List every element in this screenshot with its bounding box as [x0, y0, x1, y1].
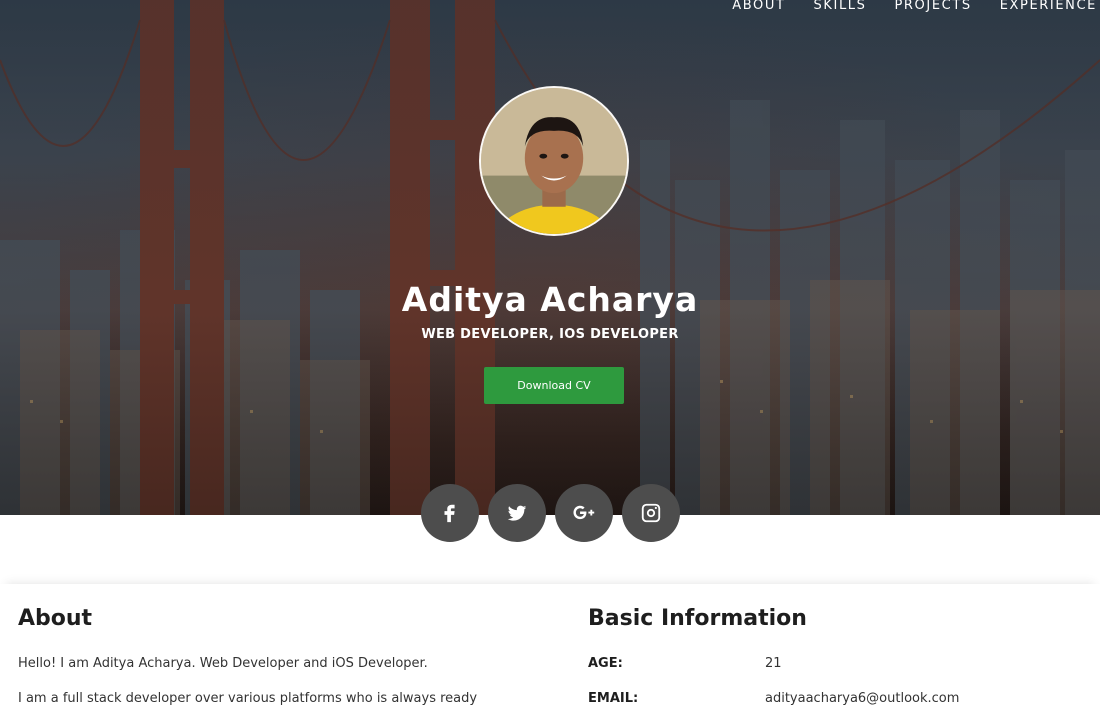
basic-info-title: Basic Information — [588, 606, 807, 631]
nav-projects[interactable]: PROJECTS — [894, 0, 971, 14]
social-links — [421, 484, 680, 542]
info-label: AGE: — [588, 656, 623, 671]
download-cv-button[interactable]: Download CV — [484, 367, 624, 404]
instagram-button[interactable] — [622, 484, 680, 542]
nav-skills[interactable]: SKILLS — [814, 0, 867, 14]
about-column: About Hello! I am Aditya Acharya. Web De… — [18, 606, 538, 706]
facebook-button[interactable] — [421, 484, 479, 542]
info-label: EMAIL: — [588, 691, 639, 706]
basic-info-column: Basic Information AGE: 21 EMAIL: adityaa… — [588, 606, 1088, 706]
email-link[interactable]: adityaacharya6@outlook.com — [765, 691, 959, 706]
info-row-email: EMAIL: adityaacharya6@outlook.com — [588, 691, 1088, 706]
content-section: About Hello! I am Aditya Acharya. Web De… — [0, 584, 1100, 718]
hero-role: WEB DEVELOPER, IOS DEVELOPER — [421, 327, 679, 342]
instagram-icon — [641, 503, 661, 523]
about-title: About — [18, 606, 93, 631]
twitter-button[interactable] — [488, 484, 546, 542]
hero-name: Aditya Acharya — [401, 280, 699, 319]
hero-overlay — [0, 0, 1100, 515]
nav-about[interactable]: ABOUT — [732, 0, 785, 14]
info-value: 21 — [765, 656, 782, 671]
top-navigation: ABOUT SKILLS PROJECTS EXPERIENCE — [732, 0, 1097, 14]
info-row-age: AGE: 21 — [588, 656, 1088, 671]
google-plus-button[interactable] — [555, 484, 613, 542]
profile-avatar — [479, 86, 629, 236]
about-paragraph: I am a full stack developer over various… — [18, 691, 478, 706]
twitter-icon — [507, 505, 527, 521]
nav-experience[interactable]: EXPERIENCE — [1000, 0, 1097, 14]
google-plus-icon — [573, 505, 595, 520]
about-paragraph: Hello! I am Aditya Acharya. Web Develope… — [18, 656, 428, 671]
facebook-icon — [444, 504, 455, 523]
hero-section: ABOUT SKILLS PROJECTS EXPERIENCE Aditya … — [0, 0, 1100, 515]
